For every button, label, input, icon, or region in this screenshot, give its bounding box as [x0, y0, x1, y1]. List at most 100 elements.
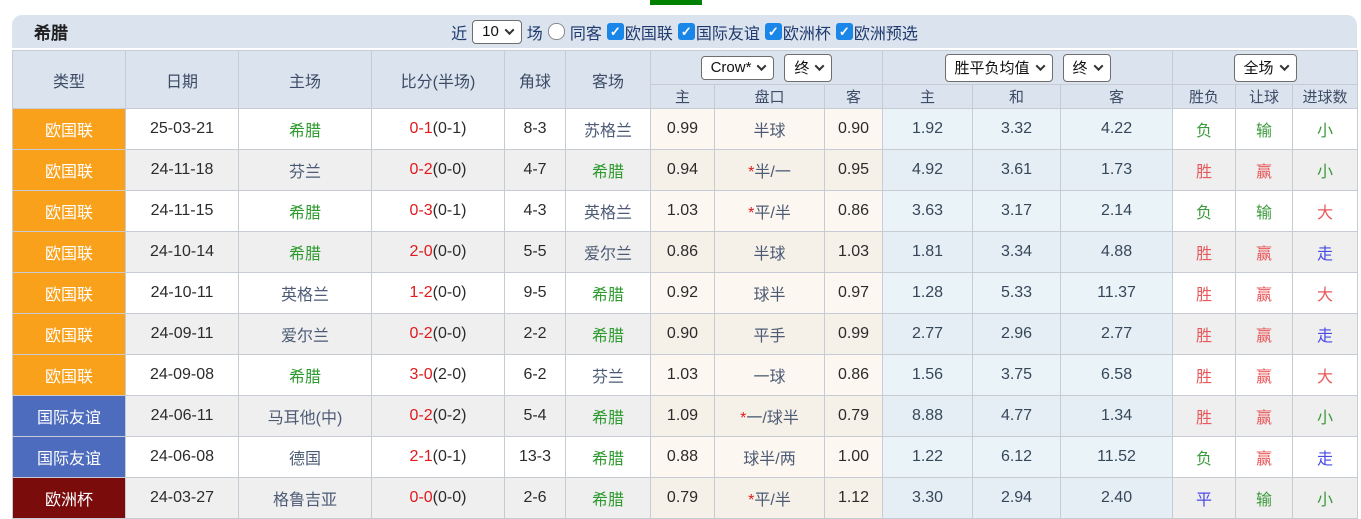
avg-away-cell: 11.37 [1061, 273, 1173, 314]
home-team[interactable]: 希腊 [239, 109, 372, 150]
match-row[interactable]: 国际友谊 24-06-08 德国 2-1(0-1) 13-3 希腊 0.88 球… [13, 437, 1358, 478]
handicap-result-cell: 赢 [1236, 314, 1293, 355]
avg-away-cell: 1.34 [1061, 396, 1173, 437]
avg-home-cell: 4.92 [883, 150, 973, 191]
handicap-cell: 球半 [715, 273, 825, 314]
odds-away-cell: 0.97 [825, 273, 883, 314]
avg-home-cell: 1.56 [883, 355, 973, 396]
odds-away-cell: 0.86 [825, 191, 883, 232]
avg-draw-cell: 5.33 [973, 273, 1061, 314]
home-team[interactable]: 爱尔兰 [239, 314, 372, 355]
home-team[interactable]: 马耳他(中) [239, 396, 372, 437]
corners-cell: 8-3 [505, 109, 566, 150]
home-team[interactable]: 希腊 [239, 232, 372, 273]
competition-badge: 欧国联 [13, 273, 126, 314]
goals-cell: 大 [1293, 355, 1358, 396]
avg-type-select[interactable]: 胜平负均值 [945, 54, 1053, 82]
away-team[interactable]: 爱尔兰 [566, 232, 651, 273]
match-row[interactable]: 欧国联 24-10-14 希腊 2-0(0-0) 5-5 爱尔兰 0.86 半球… [13, 232, 1358, 273]
competition-badge: 欧国联 [13, 355, 126, 396]
match-row[interactable]: 欧国联 24-09-11 爱尔兰 0-2(0-0) 2-2 希腊 0.90 平手… [13, 314, 1358, 355]
score-cell: 0-2(0-0) [372, 314, 505, 355]
home-team[interactable]: 格鲁吉亚 [239, 478, 372, 519]
away-team[interactable]: 希腊 [566, 150, 651, 191]
competition-badge: 欧洲杯 [13, 478, 126, 519]
avg-home-cell: 1.92 [883, 109, 973, 150]
home-team[interactable]: 芬兰 [239, 150, 372, 191]
match-date: 24-09-08 [126, 355, 239, 396]
nations-league-checkbox[interactable]: ✓ [607, 23, 624, 40]
euro-qualifier-checkbox[interactable]: ✓ [836, 23, 853, 40]
result-cell: 胜 [1173, 273, 1236, 314]
away-team[interactable]: 希腊 [566, 273, 651, 314]
same-opponent-checkbox[interactable] [548, 23, 565, 40]
odds-home-cell: 1.09 [651, 396, 715, 437]
goals-cell: 大 [1293, 273, 1358, 314]
handicap-cell: 半球 [715, 232, 825, 273]
match-row[interactable]: 欧国联 24-09-08 希腊 3-0(2-0) 6-2 芬兰 1.03 一球 … [13, 355, 1358, 396]
corners-cell: 13-3 [505, 437, 566, 478]
avg-home-cell: 8.88 [883, 396, 973, 437]
away-team[interactable]: 苏格兰 [566, 109, 651, 150]
chevron-down-icon [1035, 61, 1045, 71]
home-team[interactable]: 希腊 [239, 191, 372, 232]
odds-home-cell: 0.79 [651, 478, 715, 519]
match-row[interactable]: 欧洲杯 24-03-27 格鲁吉亚 0-0(0-0) 2-6 希腊 0.79 *… [13, 478, 1358, 519]
handicap-cell: *平/半 [715, 191, 825, 232]
home-team[interactable]: 德国 [239, 437, 372, 478]
friendly-checkbox[interactable]: ✓ [678, 23, 695, 40]
handicap-cell: 平手 [715, 314, 825, 355]
competition-badge: 欧国联 [13, 191, 126, 232]
goals-cell: 小 [1293, 109, 1358, 150]
euro-checkbox[interactable]: ✓ [765, 23, 782, 40]
odds-state-select[interactable]: 终 [784, 54, 832, 82]
odds-home-cell: 0.92 [651, 273, 715, 314]
match-row[interactable]: 欧国联 25-03-21 希腊 0-1(0-1) 8-3 苏格兰 0.99 半球… [13, 109, 1358, 150]
home-team[interactable]: 英格兰 [239, 273, 372, 314]
handicap-cell: 球半/两 [715, 437, 825, 478]
odds-state-value: 终 [794, 57, 809, 78]
away-team[interactable]: 英格兰 [566, 191, 651, 232]
away-team[interactable]: 希腊 [566, 314, 651, 355]
goals-cell: 走 [1293, 437, 1358, 478]
odds-source-select[interactable]: Crow* [701, 56, 775, 80]
odds-home-cell: 0.88 [651, 437, 715, 478]
odds-away-cell: 0.90 [825, 109, 883, 150]
match-date: 24-03-27 [126, 478, 239, 519]
sub-header-odds-away: 客 [825, 85, 883, 109]
avg-draw-cell: 3.32 [973, 109, 1061, 150]
odds-home-cell: 1.03 [651, 355, 715, 396]
avg-home-cell: 1.22 [883, 437, 973, 478]
scope-select[interactable]: 全场 [1234, 54, 1297, 82]
matches-table: 类型 日期 主场 比分(半场) 角球 客场 Crow* 终 [12, 50, 1358, 519]
away-team[interactable]: 芬兰 [566, 355, 651, 396]
handicap-cell: *平/半 [715, 478, 825, 519]
filter-controls: 近 10 场 同客 ✓ 欧国联 ✓ 国际友谊 ✓ 欧洲杯 ✓ 欧洲预选 [451, 20, 918, 44]
odds-away-cell: 1.00 [825, 437, 883, 478]
filter-nations-league: ✓ 欧国联 [607, 20, 673, 44]
away-team[interactable]: 希腊 [566, 478, 651, 519]
score-cell: 2-1(0-1) [372, 437, 505, 478]
match-row[interactable]: 欧国联 24-10-11 英格兰 1-2(0-0) 9-5 希腊 0.92 球半… [13, 273, 1358, 314]
match-row[interactable]: 国际友谊 24-06-11 马耳他(中) 0-2(0-2) 5-4 希腊 1.0… [13, 396, 1358, 437]
handicap-result-cell: 赢 [1236, 232, 1293, 273]
score-cell: 0-2(0-0) [372, 150, 505, 191]
handicap-result-cell: 赢 [1236, 355, 1293, 396]
away-team[interactable]: 希腊 [566, 396, 651, 437]
avg-state-select[interactable]: 终 [1063, 54, 1111, 82]
match-date: 25-03-21 [126, 109, 239, 150]
avg-away-cell: 6.58 [1061, 355, 1173, 396]
match-row[interactable]: 欧国联 24-11-15 希腊 0-3(0-1) 4-3 英格兰 1.03 *平… [13, 191, 1358, 232]
corners-cell: 6-2 [505, 355, 566, 396]
recent-count-select[interactable]: 10 [472, 20, 522, 44]
filter-friendly: ✓ 国际友谊 [678, 20, 760, 44]
odds-away-cell: 1.03 [825, 232, 883, 273]
chevron-down-icon [1279, 61, 1289, 71]
match-date: 24-10-14 [126, 232, 239, 273]
avg-away-cell: 2.40 [1061, 478, 1173, 519]
avg-away-cell: 4.22 [1061, 109, 1173, 150]
match-date: 24-10-11 [126, 273, 239, 314]
away-team[interactable]: 希腊 [566, 437, 651, 478]
home-team[interactable]: 希腊 [239, 355, 372, 396]
match-row[interactable]: 欧国联 24-11-18 芬兰 0-2(0-0) 4-7 希腊 0.94 *半/… [13, 150, 1358, 191]
